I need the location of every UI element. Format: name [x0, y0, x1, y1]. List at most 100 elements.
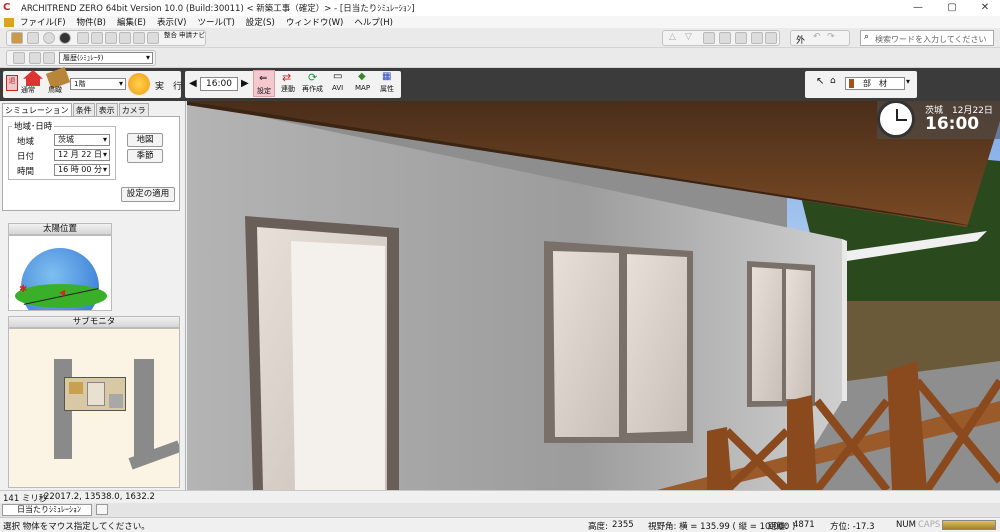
date-label: 日付 [17, 152, 35, 162]
region-select[interactable]: 茨城 [54, 134, 110, 146]
plan-toolbar: 履歴(ｼﾐｭﾚｰﾀ) [0, 48, 1000, 68]
time-select[interactable]: 16 時 00 分 [54, 164, 110, 176]
tab-camera[interactable]: カメラ [118, 103, 149, 117]
distance-label: 距離: [768, 522, 788, 532]
view-tools-group: △ ▽ [662, 30, 780, 46]
avi-icon: ▭ [333, 71, 343, 82]
settei-button[interactable]: ⇐ 設定 [253, 70, 275, 97]
window-tile-icon[interactable] [703, 32, 715, 44]
undo-icon[interactable]: ↶ [813, 32, 821, 42]
map-open-button[interactable]: 地図 [127, 133, 163, 147]
save-icon[interactable] [27, 32, 39, 44]
window-arrange-icon[interactable] [751, 32, 763, 44]
navi-button[interactable]: ナビ [192, 32, 205, 39]
avi-button[interactable]: AVI [332, 84, 343, 92]
sun-position-view: ✱ ◀ [8, 235, 112, 311]
menu-tools[interactable]: ツール(T) [197, 16, 234, 28]
tab-conditions[interactable]: 条件 [72, 103, 95, 117]
next-time-icon[interactable]: ▶ [241, 78, 249, 89]
tab-simulation[interactable]: シミュレーション [2, 103, 72, 117]
status-bar: 選択 物体をマウス指定してください。 高度: 2355 視野角: 横 = 135… [0, 517, 1000, 532]
window-grid-icon[interactable] [765, 32, 777, 44]
seiri-button[interactable]: 整合 [164, 32, 177, 39]
clock-overlay: 茨城 12月22日 16:00 [877, 101, 1000, 139]
camera-coords: 22017.2, 13538.0, 1632.2 [44, 492, 155, 502]
menu-window[interactable]: ウィンドウ(W) [286, 16, 344, 28]
height-label: 高度: [588, 522, 608, 532]
plan-icon-3[interactable] [43, 52, 55, 64]
menu-doc-icon [4, 17, 14, 27]
menu-file[interactable]: ファイル(F) [20, 16, 66, 28]
menu-help[interactable]: ヘルプ(H) [354, 16, 393, 28]
sun-position-title: 太陽位置 [8, 223, 112, 235]
num-indicator: NUM [896, 520, 916, 530]
close-button[interactable]: ✕ [970, 0, 1000, 16]
search-input[interactable]: ⌕ 検索ワードを入力してください [860, 30, 994, 46]
run-button[interactable]: 実 行 [155, 79, 182, 92]
map-button[interactable]: MAP [355, 84, 370, 92]
floor-select[interactable]: 1階 [70, 78, 126, 90]
soto-button[interactable]: 外 [796, 33, 805, 46]
prev-time-icon[interactable]: ◀ [189, 78, 197, 89]
attribute-button[interactable]: 属性 [380, 84, 394, 94]
new-tab-icon[interactable] [96, 504, 108, 515]
exit-icon[interactable]: 退 [6, 75, 18, 91]
material-swatch [849, 79, 854, 88]
window-list-icon[interactable] [735, 32, 747, 44]
main-toolbar: 整合 申請 ナビ △ ▽ 外 ↶ ↷ ⌕ 検索ワードを入力してください [0, 28, 1000, 48]
maximize-button[interactable]: ▢ [937, 0, 967, 16]
tool-icon-1[interactable] [77, 32, 89, 44]
progress-indicator [942, 520, 996, 530]
normal-view-button[interactable]: 通常 [21, 85, 35, 95]
tool-icon-5[interactable] [133, 32, 145, 44]
clock-hand-hour [897, 119, 907, 121]
3d-view-canvas[interactable]: 茨城 12月22日 16:00 [187, 101, 1000, 490]
fence [847, 301, 1000, 381]
triangle-down-icon[interactable]: ▽ [685, 32, 692, 42]
apply-settings-button[interactable]: 設定の適用 [121, 187, 175, 202]
plan-select[interactable]: 履歴(ｼﾐｭﾚｰﾀ) [59, 52, 153, 64]
north-arrow-icon: ◀ [59, 288, 66, 297]
menu-edit[interactable]: 編集(E) [117, 16, 146, 28]
tab-display[interactable]: 表示 [95, 103, 118, 117]
paint-icon[interactable]: ⌂ [830, 76, 836, 86]
season-button[interactable]: 季節 [127, 149, 163, 163]
window-pane-2 [627, 254, 687, 433]
height-value: 2355 [612, 520, 634, 530]
recreate-button[interactable]: 再作成 [302, 84, 323, 94]
rendou-icon: ⇄ [282, 71, 292, 84]
redo-icon[interactable]: ↷ [827, 32, 835, 42]
bird-view-button[interactable]: 鳥瞰 [48, 85, 62, 95]
minimap-house-plan [64, 377, 126, 411]
minimize-button[interactable]: — [903, 0, 933, 16]
plan-icon-2[interactable] [29, 52, 41, 64]
tool-icon-4[interactable] [119, 32, 131, 44]
menu-settings[interactable]: 設定(S) [246, 16, 275, 28]
rendou-button[interactable]: 連動 [281, 84, 295, 94]
shinsei-button[interactable]: 申請 [179, 32, 192, 39]
tool-icon-3[interactable] [105, 32, 117, 44]
window-cascade-icon[interactable] [719, 32, 731, 44]
time-label: 時間 [17, 167, 35, 177]
material-dropdown-icon[interactable]: ▾ [906, 77, 910, 86]
time-field[interactable]: 16:00 [200, 77, 238, 91]
panel-tabs: シミュレーション 条件 表示 カメラ [2, 103, 150, 117]
minimap-road-v2 [134, 359, 154, 459]
date-select[interactable]: 12 月 22 日 [54, 149, 110, 161]
cursor-icon[interactable]: ↖ [816, 76, 824, 87]
triangle-up-icon[interactable]: △ [669, 32, 676, 42]
plan-icon-1[interactable] [13, 52, 25, 64]
menu-property[interactable]: 物件(B) [77, 16, 106, 28]
doc-tab-sunlight[interactable]: 日当たりｼﾐｭﾚｰｼｮﾝ [2, 504, 92, 516]
open-icon[interactable] [11, 32, 23, 44]
sun-marker-icon: ✱ [19, 284, 28, 295]
menu-view[interactable]: 表示(V) [157, 16, 186, 28]
tool-icon-6[interactable] [147, 32, 159, 44]
tool-icon-2[interactable] [91, 32, 103, 44]
window-pane-4 [786, 269, 811, 399]
sub-monitor-title: サブモニタ [8, 316, 180, 328]
gear-icon[interactable] [43, 32, 55, 44]
material-select[interactable]: 部 材 [845, 77, 905, 90]
group-title: 地域･日時 [12, 120, 55, 132]
m-icon[interactable] [59, 32, 71, 44]
